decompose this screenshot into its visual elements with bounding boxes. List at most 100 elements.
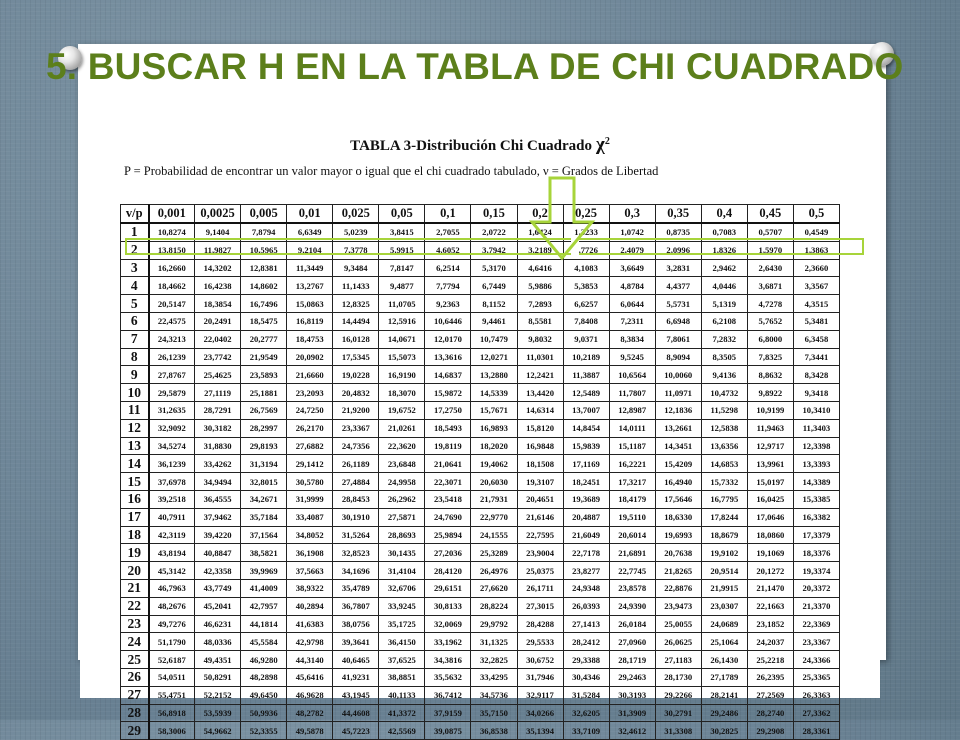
- header-cell-p: 0,001: [147, 204, 196, 224]
- value-cell: 26,1430: [700, 650, 748, 669]
- value-cell: 32,9117: [516, 685, 564, 705]
- value-cell: 30,6752: [516, 650, 564, 669]
- value-cell: 53,5939: [194, 703, 242, 723]
- value-cell: 15,7332: [700, 472, 748, 491]
- value-cell: 8,9094: [654, 347, 702, 367]
- value-cell: 18,4753: [286, 329, 334, 349]
- header-cell-p: 0,005: [240, 204, 288, 224]
- table-row: 26 54,0511 50,8291 48,2898 45,6416 41,9231 38,…: [120, 667, 841, 687]
- value-cell: 4,4377: [654, 276, 702, 296]
- value-cell: 31,7946: [516, 667, 564, 687]
- value-cell: 32,8015: [240, 472, 288, 491]
- value-cell: 51,1790: [147, 632, 196, 652]
- value-cell: 9,2104: [286, 240, 334, 260]
- value-cell: 26,7569: [240, 400, 288, 420]
- value-cell: 18,5475: [240, 311, 288, 331]
- value-cell: 22,3071: [424, 472, 472, 491]
- value-cell: 18,4662: [147, 276, 196, 296]
- value-cell: 31,3909: [608, 703, 656, 723]
- value-cell: 10,6564: [608, 365, 656, 385]
- table-row: 19 43,8194 40,8847 38,5821 36,1908 32,8523 30,…: [120, 543, 841, 563]
- value-cell: 45,5584: [240, 632, 288, 652]
- value-cell: 26,2170: [286, 418, 334, 438]
- value-cell: 25,0055: [654, 614, 702, 634]
- table-row: 2 13,8150 11,9827 10,5965 9,2104 7,3778 5,9915…: [120, 240, 841, 260]
- value-cell: 25,3289: [470, 543, 518, 563]
- value-cell: 12,3398: [792, 436, 841, 456]
- value-cell: 9,8922: [746, 383, 794, 402]
- value-cell: 28,2412: [562, 632, 610, 652]
- value-cell: 11,0971: [654, 383, 702, 402]
- value-cell: 11,5298: [700, 400, 748, 420]
- value-cell: 39,3641: [332, 632, 380, 652]
- value-cell: 7,8408: [562, 311, 610, 331]
- value-cell: 8,5581: [516, 311, 564, 331]
- value-cell: 14,6853: [700, 454, 748, 474]
- df-cell: 25: [120, 650, 150, 669]
- table-row: 18 42,3119 39,4220 37,1564 34,8052 31,5264 28,…: [120, 525, 841, 545]
- value-cell: 9,4461: [470, 311, 518, 331]
- value-cell: 32,0069: [424, 614, 472, 634]
- header-cell-p: 0,35: [654, 204, 702, 224]
- value-cell: 28,4120: [424, 561, 472, 580]
- value-cell: 13,6356: [700, 436, 748, 456]
- df-cell: 10: [120, 383, 150, 402]
- value-cell: 40,7911: [147, 507, 196, 527]
- value-cell: 27,0960: [608, 632, 656, 652]
- value-cell: 14,0111: [608, 418, 656, 438]
- df-cell: 3: [120, 258, 150, 278]
- value-cell: 44,1814: [240, 614, 288, 634]
- value-cell: 16,9848: [516, 436, 564, 456]
- df-cell: 19: [120, 543, 150, 563]
- value-cell: 15,1187: [608, 436, 656, 456]
- table-row: 12 32,9092 30,3182 28,2997 26,2170 23,3367 21,…: [120, 418, 841, 438]
- value-cell: 39,9969: [240, 561, 288, 580]
- value-cell: 15,0197: [746, 472, 794, 491]
- value-cell: 7,3441: [792, 347, 841, 367]
- value-cell: 31,9999: [286, 489, 334, 509]
- value-cell: 18,1508: [516, 454, 564, 474]
- value-cell: 20,6030: [470, 472, 518, 491]
- value-cell: 29,9792: [470, 614, 518, 634]
- value-cell: 54,0511: [147, 667, 196, 687]
- value-cell: 9,3418: [792, 383, 841, 402]
- table-row: 1 10,8274 9,1404 7,8794 6,6349 5,0239 3,8415 2,…: [120, 222, 841, 242]
- header-cell-p: 0,1: [424, 204, 472, 224]
- value-cell: 23,5418: [424, 489, 472, 509]
- header-cell-p: 0,45: [746, 204, 794, 224]
- df-cell: 22: [120, 596, 150, 616]
- value-cell: 28,2141: [700, 685, 748, 705]
- value-cell: 11,7807: [608, 383, 656, 402]
- value-cell: 30,2825: [700, 721, 748, 740]
- value-cell: 20,2491: [194, 311, 242, 331]
- value-cell: 29,8193: [240, 436, 288, 456]
- value-cell: 36,1239: [147, 454, 196, 474]
- value-cell: 46,9628: [286, 685, 334, 705]
- value-cell: 3,3567: [792, 276, 841, 296]
- value-cell: 31,1325: [470, 632, 518, 652]
- value-cell: 13,8150: [147, 240, 196, 260]
- header-cell-p: 0,15: [470, 204, 518, 224]
- table-row: 25 52,6187 49,4351 46,9280 44,3140 40,6465 37,…: [120, 650, 841, 669]
- chi-symbol: χ: [596, 134, 605, 155]
- value-cell: 30,3182: [194, 418, 242, 438]
- value-cell: 21,9200: [332, 400, 380, 420]
- value-cell: 42,3358: [194, 561, 242, 580]
- value-cell: 32,6706: [378, 578, 426, 598]
- value-cell: 23,1852: [746, 614, 794, 634]
- value-cell: 30,3193: [608, 685, 656, 705]
- value-cell: 21,0641: [424, 454, 472, 474]
- value-cell: 9,4877: [378, 276, 426, 296]
- table-title-text: TABLA 3-Distribución Chi Cuadrado: [350, 138, 593, 154]
- slide-title: 5. BUSCAR H EN LA TABLA DE CHI CUADRADO: [46, 46, 904, 87]
- value-cell: 31,5264: [332, 525, 380, 545]
- value-cell: 22,3369: [792, 614, 841, 634]
- value-cell: 38,5821: [240, 543, 288, 563]
- value-cell: 21,8265: [654, 561, 702, 580]
- value-cell: 19,5110: [608, 507, 656, 527]
- value-cell: 16,9893: [470, 418, 518, 438]
- value-cell: 26,3363: [792, 685, 841, 705]
- value-cell: 12,0271: [470, 347, 518, 367]
- value-cell: 40,1133: [378, 685, 426, 705]
- value-cell: 14,3389: [792, 472, 841, 491]
